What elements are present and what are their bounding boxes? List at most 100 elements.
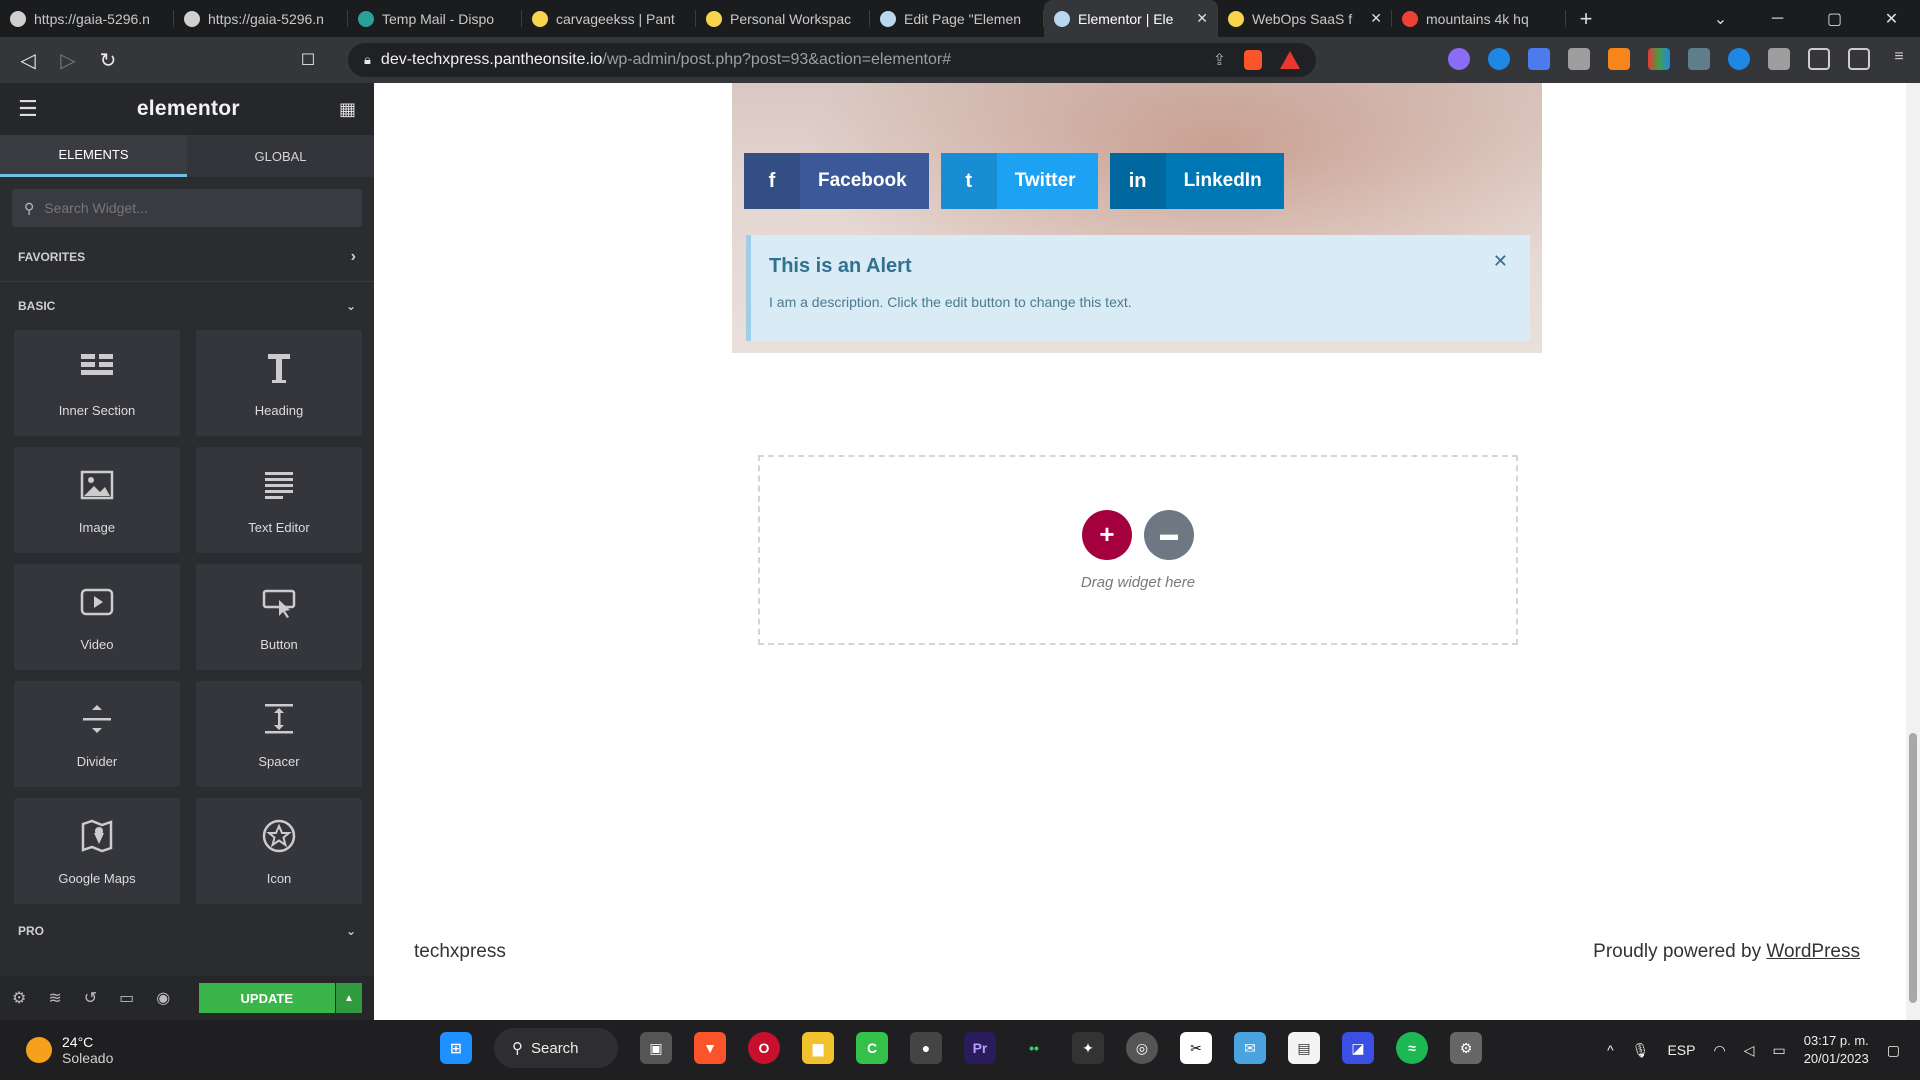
extension-icon[interactable]: [1648, 48, 1670, 70]
extension-icon[interactable]: [1488, 48, 1510, 70]
widget-icon[interactable]: Icon: [196, 798, 362, 904]
premiere-pro-icon[interactable]: Pr: [964, 1032, 996, 1064]
windows-start-icon[interactable]: ⊞: [440, 1032, 472, 1064]
new-tab-button[interactable]: +: [1566, 6, 1606, 32]
mail-icon[interactable]: ✉: [1234, 1032, 1266, 1064]
update-options-caret-icon[interactable]: ▲: [336, 983, 362, 1013]
share-icon[interactable]: ⇪: [1213, 50, 1226, 70]
favorites-section[interactable]: FAVORITES ›: [0, 233, 374, 281]
widget-heading[interactable]: Heading: [196, 330, 362, 436]
tab-elements[interactable]: ELEMENTS: [0, 135, 187, 177]
widget-inner-section[interactable]: Inner Section: [14, 330, 180, 436]
bookmark-icon[interactable]: ☐: [288, 50, 328, 70]
search-widget-input[interactable]: ⚲ Search Widget...: [12, 189, 362, 227]
basic-label: BASIC: [18, 299, 56, 313]
extension-icon[interactable]: [1728, 48, 1750, 70]
clock[interactable]: 03:17 p. m. 20/01/2023: [1804, 1032, 1869, 1068]
camtasia-icon[interactable]: C: [856, 1032, 888, 1064]
notifications-icon[interactable]: ▢: [1887, 1042, 1900, 1059]
basic-section[interactable]: BASIC ⌄: [0, 282, 374, 330]
add-template-folder-icon[interactable]: ▬: [1144, 509, 1194, 560]
wordpress-link[interactable]: WordPress: [1766, 941, 1860, 962]
spotify-icon[interactable]: ≈: [1396, 1032, 1428, 1064]
extension-icon[interactable]: [1568, 48, 1590, 70]
back-button[interactable]: ◁: [8, 48, 48, 73]
history-icon[interactable]: ↺: [84, 988, 97, 1008]
settings-gear-icon[interactable]: ⚙: [1450, 1032, 1482, 1064]
app-icon[interactable]: ••: [1018, 1032, 1050, 1064]
browser-tab[interactable]: carvageekss | Pant: [522, 0, 696, 37]
close-icon[interactable]: ✕: [1493, 251, 1508, 272]
share-linkedin-button[interactable]: in LinkedIn: [1109, 153, 1284, 209]
share-twitter-button[interactable]: t Twitter: [940, 153, 1098, 209]
microphone-icon[interactable]: 🎙︎: [1632, 1042, 1650, 1059]
close-tab-icon[interactable]: ✕: [1196, 10, 1208, 27]
extension-icon[interactable]: [1448, 48, 1470, 70]
brave-browser-icon[interactable]: ▼: [694, 1032, 726, 1064]
task-view-icon[interactable]: ▣: [640, 1032, 672, 1064]
widget-image[interactable]: Image: [14, 447, 180, 553]
store-icon[interactable]: ▤: [1288, 1032, 1320, 1064]
metamask-icon[interactable]: [1608, 48, 1630, 70]
app-icon[interactable]: ◪: [1342, 1032, 1374, 1064]
chevron-up-icon[interactable]: ^: [1607, 1042, 1614, 1058]
capcut-icon[interactable]: ✂: [1180, 1032, 1212, 1064]
settings-gear-icon[interactable]: ⚙: [12, 988, 26, 1008]
widget-divider[interactable]: Divider: [14, 681, 180, 787]
navigator-layers-icon[interactable]: ≋: [48, 988, 61, 1008]
widget-text-editor[interactable]: Text Editor: [196, 447, 362, 553]
menu-icon[interactable]: ≡: [1888, 48, 1910, 70]
address-bar[interactable]: 🔒︎ dev-techxpress.pantheonsite.io/wp-adm…: [348, 43, 1316, 77]
pro-section[interactable]: PRO ⌄: [0, 914, 374, 948]
obs-icon[interactable]: ●: [910, 1032, 942, 1064]
opera-icon[interactable]: O: [748, 1032, 780, 1064]
scrollbar[interactable]: [1906, 83, 1920, 1020]
responsive-mode-icon[interactable]: ▭: [119, 988, 134, 1008]
wifi-icon[interactable]: ◠: [1713, 1042, 1725, 1059]
close-tab-icon[interactable]: ✕: [1370, 10, 1382, 27]
wallet-icon[interactable]: [1848, 48, 1870, 70]
brave-rewards-icon[interactable]: [1280, 51, 1300, 69]
davinci-resolve-icon[interactable]: ✦: [1072, 1032, 1104, 1064]
minimize-button[interactable]: ─: [1749, 10, 1806, 28]
extension-icon[interactable]: [1688, 48, 1710, 70]
browser-tab[interactable]: Edit Page "Elemen: [870, 0, 1044, 37]
drop-zone[interactable]: + ▬ Drag widget here: [758, 455, 1518, 645]
widget-google-maps[interactable]: Google Maps: [14, 798, 180, 904]
widget-spacer[interactable]: Spacer: [196, 681, 362, 787]
sidebar-icon[interactable]: [1808, 48, 1830, 70]
browser-tab[interactable]: mountains 4k hq: [1392, 0, 1566, 37]
brave-shield-icon[interactable]: [1244, 50, 1262, 70]
chrome-icon[interactable]: ◎: [1126, 1032, 1158, 1064]
browser-tab[interactable]: Temp Mail - Dispo: [348, 0, 522, 37]
maximize-button[interactable]: ▢: [1806, 9, 1863, 29]
widget-button[interactable]: Button: [196, 564, 362, 670]
weather-widget[interactable]: 24°C Soleado: [0, 1034, 113, 1066]
scrollbar-thumb[interactable]: [1909, 733, 1917, 1003]
tab-global[interactable]: GLOBAL: [187, 135, 374, 177]
close-window-button[interactable]: ✕: [1863, 9, 1920, 29]
browser-tab[interactable]: WebOps SaaS f ✕: [1218, 0, 1392, 37]
preview-eye-icon[interactable]: ◉: [156, 988, 170, 1008]
browser-tab[interactable]: https://gaia-5296.n: [0, 0, 174, 37]
browser-tab[interactable]: https://gaia-5296.n: [174, 0, 348, 37]
language-indicator[interactable]: ESP: [1667, 1042, 1695, 1058]
translate-icon[interactable]: [1528, 48, 1550, 70]
share-facebook-button[interactable]: f Facebook: [744, 153, 929, 209]
puzzle-icon[interactable]: [1768, 48, 1790, 70]
update-button[interactable]: UPDATE: [198, 983, 335, 1013]
battery-icon[interactable]: ▭: [1772, 1042, 1785, 1059]
hamburger-menu-icon[interactable]: ☰: [18, 96, 38, 122]
file-explorer-icon[interactable]: ▆: [802, 1032, 834, 1064]
widget-video[interactable]: Video: [14, 564, 180, 670]
tab-search-icon[interactable]: ⌄: [1692, 9, 1749, 29]
browser-tab[interactable]: Elementor | Ele ✕: [1044, 0, 1218, 37]
add-section-button[interactable]: +: [1082, 509, 1132, 560]
reload-button[interactable]: ↻: [88, 48, 128, 73]
widget-label: Image: [78, 520, 116, 535]
browser-tab[interactable]: Personal Workspac: [696, 0, 870, 37]
volume-icon[interactable]: ◁: [1744, 1042, 1755, 1059]
taskbar-search[interactable]: ⚲ Search: [494, 1028, 618, 1068]
widgets-grid-icon[interactable]: ▦: [339, 99, 356, 120]
forward-button[interactable]: ▷: [48, 48, 88, 73]
